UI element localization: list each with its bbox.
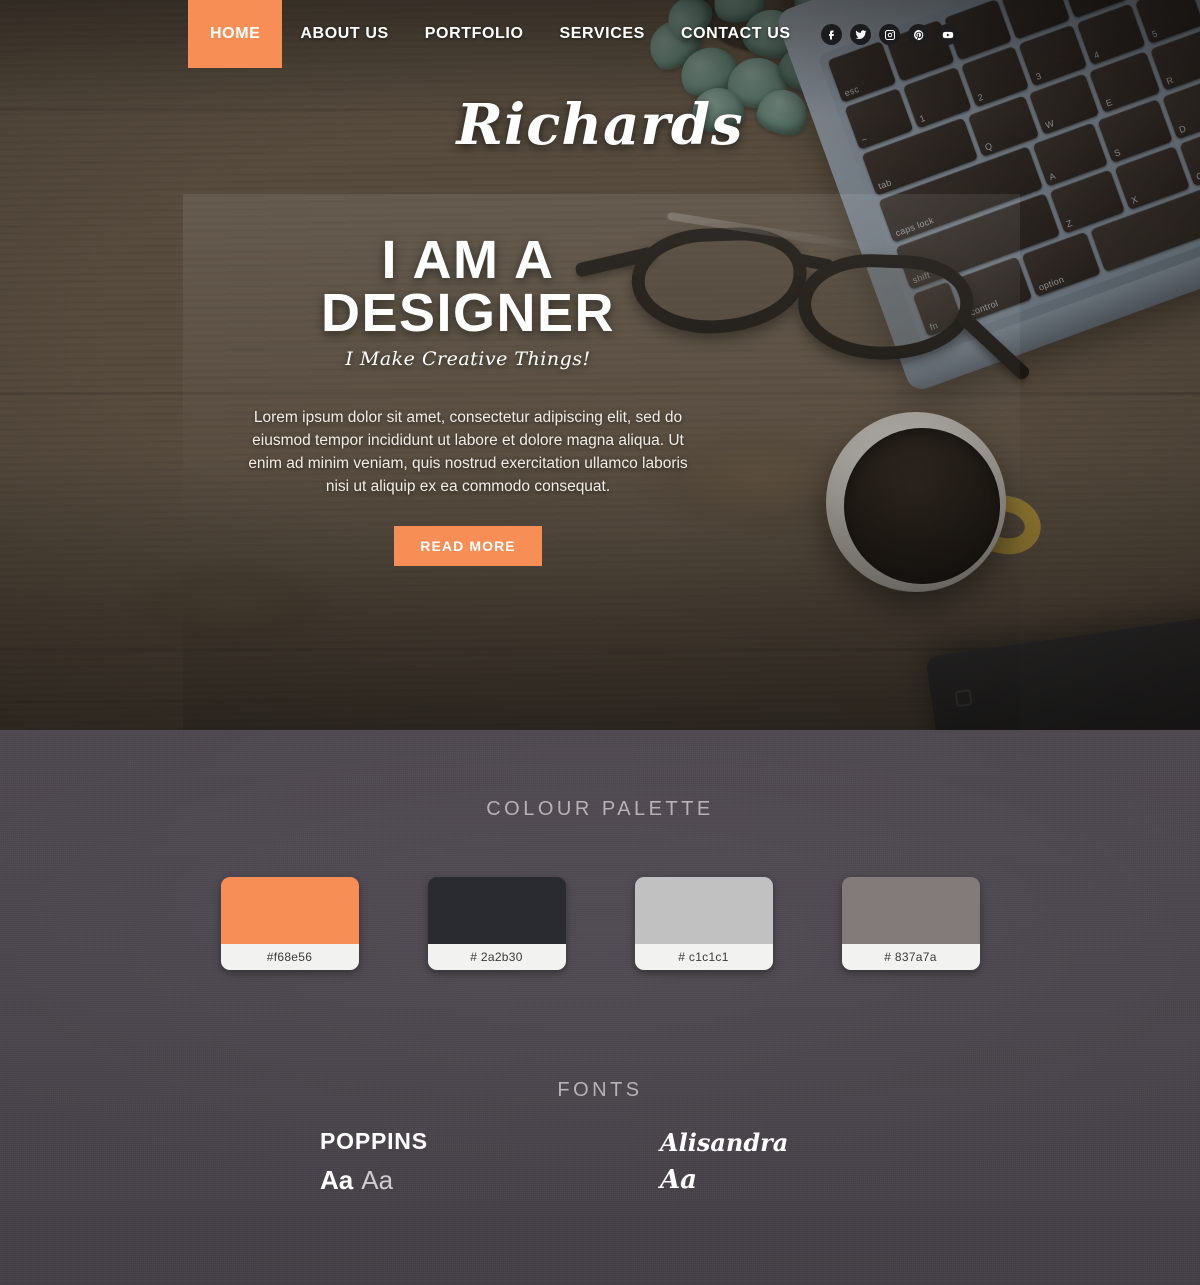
read-more-button[interactable]: READ MORE (394, 526, 542, 566)
font-specimen-poppins: POPPINS Aa Aa (320, 1128, 540, 1196)
swatch-code: # 837a7a (841, 944, 980, 970)
swatch-fill (220, 877, 359, 944)
page-root: esc ~ 1 2 3 4 5 tab Q (0, 0, 1200, 1285)
main-navigation[interactable]: HOME ABOUT US PORTFOLIO SERVICES CONTACT… (0, 0, 1200, 68)
swatch-code: # c1c1c1 (634, 944, 773, 970)
hero-section: esc ~ 1 2 3 4 5 tab Q (0, 0, 1200, 730)
hero-content-card: I AM A DESIGNER I Make Creative Things! … (183, 194, 1020, 730)
social-links (821, 24, 958, 45)
font-sample-bold: Aa (320, 1165, 354, 1195)
font-sample: Aa (660, 1165, 698, 1195)
pinterest-icon[interactable] (908, 24, 929, 45)
swatch-fill (841, 877, 980, 944)
colour-swatch[interactable]: # 837a7a (841, 877, 980, 970)
fonts-heading: FONTS (557, 1079, 643, 1101)
swatch-code: # 2a2b30 (427, 944, 566, 970)
hero-title-line-2: DESIGNER (320, 283, 616, 343)
colour-palette-heading: COLOUR PALETTE (486, 798, 714, 820)
colour-swatch[interactable]: # 2a2b30 (427, 877, 566, 970)
youtube-icon[interactable] (937, 24, 958, 45)
font-name: POPPINS (320, 1128, 428, 1154)
nav-item-about-us[interactable]: ABOUT US (282, 0, 406, 68)
nav-item-contact-us[interactable]: CONTACT US (663, 0, 809, 68)
font-name: Alisandra (660, 1128, 789, 1157)
font-specimen-alisandra: Alisandra Aa (660, 1128, 880, 1196)
nav-item-services[interactable]: SERVICES (542, 0, 663, 68)
nav-item-portfolio[interactable]: PORTFOLIO (407, 0, 542, 68)
font-sample-regular: Aa (361, 1165, 394, 1195)
site-logo[interactable]: Richards (0, 92, 1200, 158)
fonts-list: POPPINS Aa Aa Alisandra Aa (0, 1128, 1200, 1196)
hero-text-block: I AM A DESIGNER I Make Creative Things! … (238, 230, 698, 566)
hero-tagline: I Make Creative Things! (345, 348, 591, 370)
facebook-icon[interactable] (821, 24, 842, 45)
hero-title-line-1: I AM A (381, 230, 555, 290)
twitter-icon[interactable] (850, 24, 871, 45)
instagram-icon[interactable] (879, 24, 900, 45)
swatch-fill (634, 877, 773, 944)
colour-swatch-list: #f68e56 # 2a2b30 # c1c1c1 # 837a7a (0, 877, 1200, 970)
nav-item-home[interactable]: HOME (188, 0, 283, 68)
swatch-fill (427, 877, 566, 944)
colour-swatch[interactable]: # c1c1c1 (634, 877, 773, 970)
hero-description: Lorem ipsum dolor sit amet, consectetur … (248, 409, 688, 495)
swatch-code: #f68e56 (220, 944, 359, 970)
font-sample: Aa Aa (320, 1165, 540, 1196)
nav-items: HOME ABOUT US PORTFOLIO SERVICES CONTACT… (188, 0, 809, 68)
colour-swatch[interactable]: #f68e56 (220, 877, 359, 970)
